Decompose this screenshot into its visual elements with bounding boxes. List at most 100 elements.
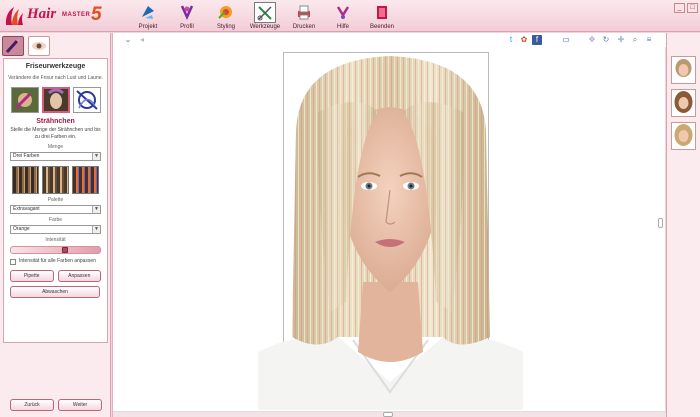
color-tool-icon — [11, 88, 38, 112]
hairstyle-thumbnail[interactable] — [671, 122, 696, 150]
chevron-down-icon[interactable]: ⌄ — [123, 35, 133, 45]
section-title: Strähnchen — [36, 118, 75, 125]
panel-title: Friseurwerkzeuge — [25, 63, 86, 70]
toolbar-profil[interactable]: Profil — [167, 2, 207, 30]
chevron-down-icon: ▼ — [92, 226, 100, 233]
back-button[interactable]: Zurück — [10, 399, 54, 411]
profile-icon — [180, 5, 194, 21]
panel-subtitle: Verändere die Frisur nach Lust und Laune… — [8, 75, 103, 81]
facebook-icon[interactable]: f — [532, 35, 542, 45]
face-thumbnail-icon — [674, 91, 693, 113]
minimize-button[interactable]: _ — [674, 3, 685, 13]
pattern-tool-icon — [75, 90, 98, 110]
logo-version: 5 — [91, 4, 102, 25]
preset-swatch[interactable] — [72, 166, 99, 194]
exit-icon — [377, 6, 387, 19]
app-logo: Hair MASTER 5 — [3, 3, 108, 29]
tab-hair-tools[interactable] — [2, 36, 24, 56]
brush-tab-icon — [5, 39, 20, 54]
face-thumbnail-icon — [674, 124, 693, 146]
move-icon[interactable]: ✥ — [587, 35, 597, 45]
toolbar-projekt[interactable]: Projekt — [128, 2, 168, 30]
highlights-tool-icon — [43, 88, 68, 111]
farbe-value: Orange — [13, 226, 30, 232]
pipette-button[interactable]: Pipette — [10, 270, 54, 282]
toolbar-profil-label: Profil — [180, 24, 194, 30]
canvas-toolbar: ⌄ ◂ t ✿ f ▭ ✥ ↻ ✛ ⌕ ≡ — [113, 33, 666, 47]
undo-icon[interactable]: ◂ — [137, 35, 147, 45]
abwaschen-button[interactable]: Abwaschen — [10, 286, 100, 298]
toolbar-werkzeuge-label: Werkzeuge — [249, 24, 281, 30]
rotate-icon[interactable]: ↻ — [601, 35, 611, 45]
sidebar-tabs — [2, 36, 50, 56]
toolbar-hilfe-label: Hilfe — [336, 24, 349, 30]
portrait-photo — [258, 56, 523, 410]
intensity-slider[interactable] — [10, 246, 101, 254]
monitor-icon[interactable]: ▭ — [561, 35, 571, 45]
intensity-all-checkbox[interactable] — [10, 259, 16, 265]
vertical-scroll-handle[interactable] — [658, 218, 663, 228]
logo-hair-text: Hair — [27, 6, 57, 22]
toolbar-projekt-label: Projekt — [138, 24, 158, 30]
preset-swatch[interactable] — [12, 166, 39, 194]
window-controls: _ □ — [674, 3, 698, 13]
styling-icon — [218, 6, 232, 19]
color-tool-button[interactable] — [10, 87, 39, 113]
toolbar-drucken[interactable]: Drucken — [284, 2, 324, 30]
palette-value: Extravagant — [13, 206, 40, 212]
project-icon — [142, 6, 154, 19]
highlights-tool-button[interactable] — [41, 87, 70, 113]
intensity-label: Intensität — [45, 237, 66, 243]
toolbar-beenden-label: Beenden — [369, 24, 395, 30]
zoom-icon[interactable]: ⌕ — [630, 35, 640, 45]
intensity-all-label: Intensität für alle Farben anpassen — [19, 258, 96, 264]
photo-canvas[interactable]: ⌄ ◂ t ✿ f ▭ ✥ ↻ ✛ ⌕ ≡ — [112, 33, 666, 417]
slider-thumb[interactable] — [62, 247, 69, 253]
crosshair-icon[interactable]: ✛ — [616, 35, 626, 45]
menu-icon[interactable]: ≡ — [644, 35, 654, 45]
toolbar-beenden[interactable]: Beenden — [362, 2, 402, 30]
hairstyle-thumbnails — [666, 33, 700, 417]
hair-tools-panel: Friseurwerkzeuge Verändere die Frisur na… — [3, 58, 108, 343]
next-button[interactable]: Weiter — [58, 399, 102, 411]
menge-label: Menge — [47, 144, 64, 150]
tools-sidebar: Friseurwerkzeuge Verändere die Frisur na… — [0, 33, 111, 417]
share-icon[interactable]: ✿ — [519, 35, 529, 45]
palette-select[interactable]: Extravagant ▼ — [10, 205, 101, 214]
tools-icon — [257, 6, 272, 21]
hairstyle-thumbnail[interactable] — [671, 89, 696, 117]
toolbar-drucken-label: Drucken — [292, 24, 316, 30]
maximize-button[interactable]: □ — [687, 3, 698, 13]
farbe-select[interactable]: Orange ▼ — [10, 225, 101, 234]
tool-selector — [4, 87, 107, 113]
print-icon — [298, 5, 310, 20]
twitter-icon[interactable]: t — [506, 35, 516, 45]
menge-value: Drei Farben — [13, 153, 40, 159]
eye-tab-icon — [32, 42, 46, 50]
logo-mark-icon — [5, 7, 23, 25]
toolbar-styling[interactable]: Styling — [206, 2, 246, 30]
chevron-down-icon: ▼ — [92, 206, 100, 213]
farbe-label: Farbe — [48, 217, 63, 223]
panel-button-row: Pipette Anpassen — [10, 270, 101, 282]
logo-master-text: MASTER — [62, 12, 91, 18]
toolbar-hilfe[interactable]: Hilfe — [323, 2, 363, 30]
hairstyle-thumbnail[interactable] — [671, 56, 696, 84]
horizontal-scroll-handle[interactable] — [383, 412, 393, 417]
section-description: Stelle die Menge der Strähnchen und bis … — [10, 127, 101, 140]
help-icon — [336, 6, 350, 19]
intensity-all-option: Intensität für alle Farben anpassen — [10, 258, 101, 265]
toolbar-werkzeuge[interactable]: Werkzeuge — [245, 2, 285, 30]
chevron-down-icon: ▼ — [92, 153, 100, 160]
palette-label: Palette — [47, 197, 64, 203]
preset-swatch[interactable] — [42, 166, 69, 194]
menge-select[interactable]: Drei Farben ▼ — [10, 152, 101, 161]
tab-makeup-tools[interactable] — [28, 36, 50, 56]
top-toolbar: Hair MASTER 5 Projekt Profil Styling Wer… — [0, 0, 700, 32]
anpassen-button[interactable]: Anpassen — [57, 270, 101, 282]
pattern-tool-button[interactable] — [72, 87, 101, 113]
toolbar-styling-label: Styling — [216, 24, 235, 30]
highlight-presets — [4, 166, 107, 194]
face-thumbnail-icon — [675, 59, 692, 77]
horizontal-scrollbar[interactable] — [113, 411, 666, 417]
